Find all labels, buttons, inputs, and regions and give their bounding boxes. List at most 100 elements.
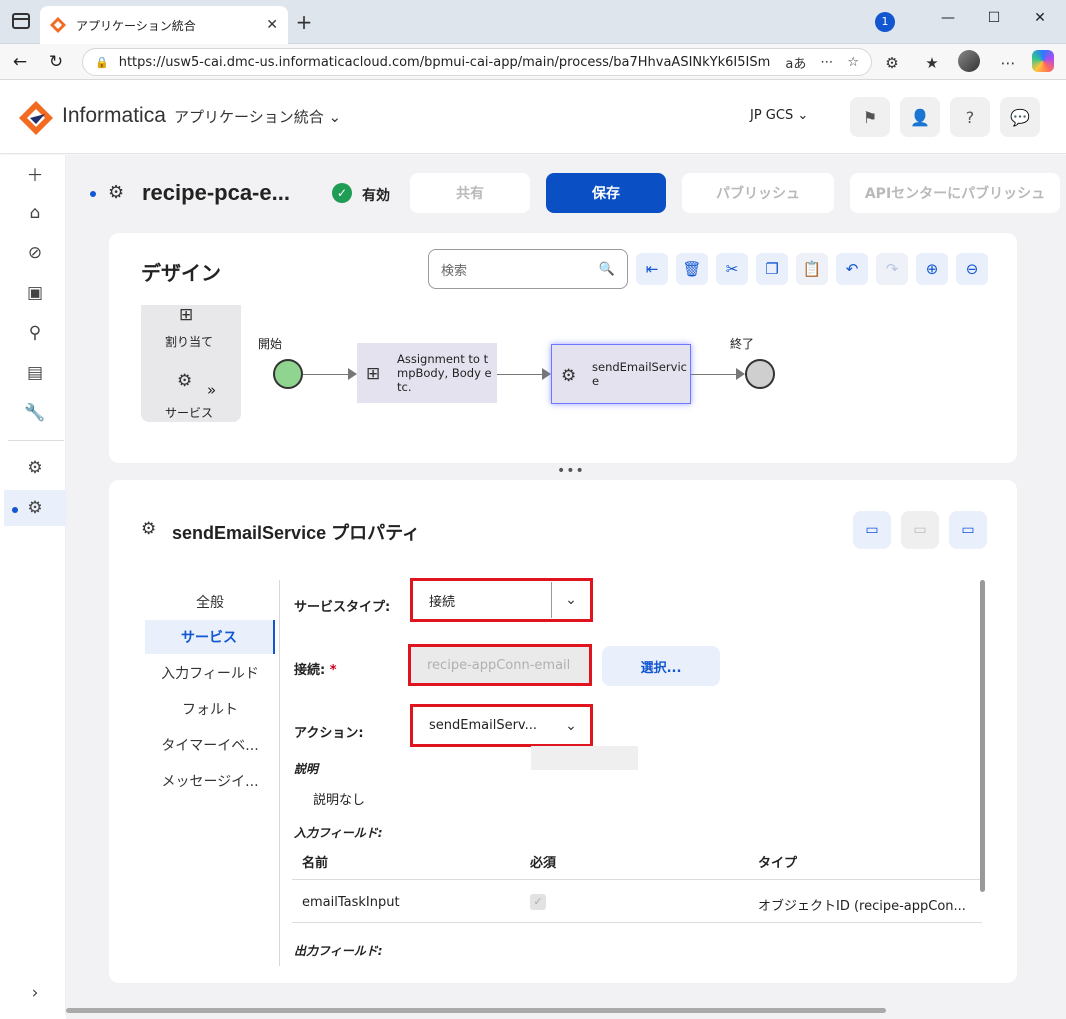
notifications-button[interactable]: ⚑ <box>850 97 890 137</box>
end-label: 終了 <box>730 337 755 351</box>
home-icon[interactable]: ⌂ <box>4 195 66 231</box>
close-window-button[interactable]: ✕ <box>1017 10 1063 26</box>
connections-icon[interactable]: ⚲ <box>4 315 66 351</box>
tab-message-events[interactable]: メッセージイ... <box>145 764 275 798</box>
assignment-node-label: Assignment to tmpBody, Body etc. <box>397 352 492 394</box>
copy-icon[interactable]: ❐ <box>756 253 788 285</box>
new-tab-button[interactable]: + <box>292 10 316 34</box>
edge-assignment-service <box>497 374 542 375</box>
start-node[interactable] <box>273 359 303 389</box>
start-label: 開始 <box>258 337 283 351</box>
copilot-icon[interactable] <box>1032 50 1054 72</box>
paste-icon[interactable]: 📋 <box>796 253 828 285</box>
horizontal-scrollbar[interactable] <box>66 1008 886 1013</box>
action-select[interactable]: sendEmailServ... ⌄ <box>413 707 590 744</box>
publish-button[interactable]: パブリッシュ <box>682 173 834 213</box>
bundles-icon[interactable]: ▣ <box>4 275 66 311</box>
tab-general[interactable]: 全般 <box>145 585 275 619</box>
dock-bottom-icon[interactable]: ▭ <box>853 511 891 549</box>
left-nav-rail: ＋ ⌂ ⊘ ▣ ⚲ ▤ 🔧 ⚙ ⚙ › <box>4 155 66 1015</box>
help-button[interactable]: ? <box>950 97 990 137</box>
tab-title: アプリケーション統合 <box>76 18 196 33</box>
tools-wrench-icon[interactable]: 🔧 <box>4 395 66 431</box>
rail-divider <box>8 440 64 441</box>
informatica-logo-icon <box>19 101 53 135</box>
minimize-button[interactable]: — <box>925 10 971 26</box>
lock-icon[interactable]: 🔒 <box>95 56 109 69</box>
service-type-value: 接続 <box>429 594 456 610</box>
required-checkbox: ✓ <box>530 894 546 910</box>
back-arrow-icon[interactable]: ← <box>8 50 32 74</box>
assignment-step-icon[interactable]: ⊞ <box>179 305 193 325</box>
palette-service-label[interactable]: サービス <box>165 404 213 421</box>
delete-icon[interactable]: 🗑 <box>676 253 708 285</box>
flag-icon: ⚑ <box>862 107 878 127</box>
undo-icon[interactable]: ↶ <box>836 253 868 285</box>
publish-api-center-button[interactable]: APIセンターにパブリッシュ <box>850 173 1060 213</box>
connection-label-text: 接続: <box>294 663 326 678</box>
org-switcher[interactable]: JP GCS ⌄ <box>750 108 808 123</box>
extensions-icon[interactable]: ⚙ <box>882 54 902 72</box>
description-label: 説明 <box>294 762 319 776</box>
tab-input-fields[interactable]: 入力フィールド <box>145 656 275 690</box>
app-header: Informatica アプリケーション統合 ⌄ JP GCS ⌄ ⚑ 👤 ? … <box>0 80 1066 154</box>
browser-menu-icon[interactable]: ⋯ <box>998 54 1018 72</box>
send-email-service-node[interactable]: ⚙ sendEmailService <box>551 344 691 404</box>
user-profile-button[interactable]: 👤 <box>900 97 940 137</box>
required-asterisk: * <box>329 663 337 678</box>
chevron-down-icon: ⌄ <box>328 108 342 126</box>
tab-close-icon[interactable]: ✕ <box>266 17 278 33</box>
product-switcher[interactable]: アプリケーション統合 ⌄ <box>174 106 341 127</box>
zoom-out-icon[interactable]: ⊖ <box>956 253 988 285</box>
tab-service[interactable]: サービス <box>145 620 275 654</box>
service-step-icon[interactable]: ⚙ <box>177 371 192 391</box>
palette-assign-label[interactable]: 割り当て <box>165 333 213 350</box>
cut-icon[interactable]: ✂ <box>716 253 748 285</box>
address-bar[interactable]: 🔒 https://usw5-cai.dmc-us.informaticaclo… <box>82 48 872 76</box>
expand-chevron-icon[interactable]: › <box>4 975 66 1011</box>
favorite-star-icon[interactable]: ☆ <box>847 55 859 70</box>
design-search-input[interactable]: 検索 🔍 <box>428 249 628 289</box>
url-text[interactable]: https://usw5-cai.dmc-us.informaticacloud… <box>119 55 772 70</box>
service-type-select[interactable]: 接続 ⌄ <box>413 581 590 619</box>
profile-avatar[interactable] <box>958 50 980 72</box>
tab-faults[interactable]: フォルト <box>145 692 275 726</box>
tab-actions-icon[interactable] <box>12 13 30 29</box>
panel-resize-handle[interactable]: ••• <box>557 463 585 479</box>
align-left-icon[interactable]: ⇤ <box>636 253 668 285</box>
chat-button[interactable]: 💬 <box>1000 97 1040 137</box>
split-view-icon[interactable]: ▭ <box>901 511 939 549</box>
end-node[interactable] <box>745 359 775 389</box>
action-label: アクション: <box>294 726 364 741</box>
properties-scrollbar[interactable] <box>980 580 985 892</box>
browser-titlebar: アプリケーション統合 ✕ + — ☐ ✕ <box>0 0 1066 44</box>
process-designer-icon[interactable]: ⚙ <box>4 450 66 486</box>
browser-tab[interactable]: アプリケーション統合 ✕ <box>40 6 288 44</box>
select-connection-button[interactable]: 選択... <box>602 646 720 686</box>
org-name: JP GCS <box>750 108 794 123</box>
explore-compass-icon[interactable]: ⊘ <box>4 235 66 271</box>
arrow-head <box>542 368 551 380</box>
save-button[interactable]: 保存 <box>546 173 666 213</box>
service-node-label: sendEmailService <box>592 360 687 388</box>
maximize-panel-icon[interactable]: ▭ <box>949 511 987 549</box>
redo-icon[interactable]: ↷ <box>876 253 908 285</box>
zoom-in-icon[interactable]: ⊕ <box>916 253 948 285</box>
tooltip-placeholder <box>531 746 638 770</box>
maximize-button[interactable]: ☐ <box>971 10 1017 26</box>
new-asset-plus-icon[interactable]: ＋ <box>4 155 66 191</box>
browser-toolbar: ← ↻ 🔒 https://usw5-cai.dmc-us.informatic… <box>0 44 1066 80</box>
tab-timer-events[interactable]: タイマーイベ... <box>145 728 275 762</box>
monitor-icon[interactable]: ▤ <box>4 355 66 391</box>
palette-more-icon[interactable]: » <box>207 381 216 399</box>
column-header-required: 必須 <box>530 856 557 871</box>
favorites-icon[interactable]: ★ <box>922 54 942 72</box>
chevron-down-icon: ⌄ <box>797 108 809 123</box>
chevron-down-icon: ⌄ <box>565 717 577 734</box>
more-options-icon[interactable]: ⋯ <box>820 55 833 70</box>
refresh-icon[interactable]: ↻ <box>44 50 68 74</box>
assignment-node[interactable]: ⊞ Assignment to tmpBody, Body etc. <box>357 343 497 403</box>
read-aloud-icon[interactable]: aあ <box>785 53 806 72</box>
connection-input: recipe-appConn-email <box>411 647 589 683</box>
share-button[interactable]: 共有 <box>410 173 530 213</box>
